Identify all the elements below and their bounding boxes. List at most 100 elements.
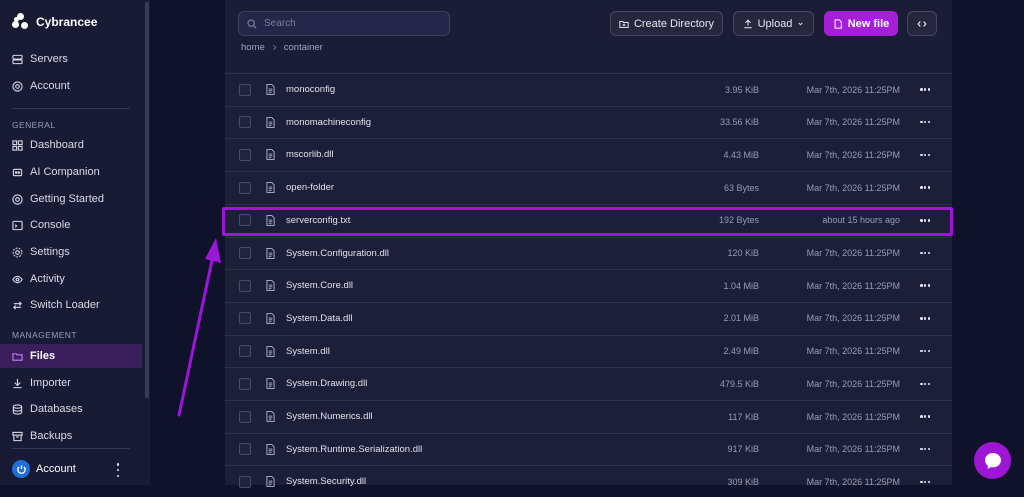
row-checkbox[interactable] [239,475,251,488]
breadcrumb-container[interactable]: container [284,42,323,53]
sidebar-item-label: Servers [30,53,68,65]
row-checkbox[interactable] [239,312,251,325]
file-size: 2.49 MiB [723,346,759,357]
table-row[interactable]: System.Runtime.Serialization.dll 917 KiB M… [225,432,952,465]
row-checkbox[interactable] [239,443,251,456]
row-checkbox[interactable] [239,116,251,129]
new-file-button[interactable]: New file [824,11,898,36]
more-horizontal-icon[interactable] [920,317,930,320]
table-row[interactable]: mscorlib.dll 4.43 MiB Mar 7th, 2026 11:25P… [225,138,952,170]
section-label-management: MANAGEMENT [12,330,77,340]
row-checkbox[interactable] [239,247,251,259]
more-horizontal-icon[interactable] [920,88,930,91]
new-file-label: New file [847,17,890,30]
sidebar-item-label: Account [30,80,70,92]
sidebar-item-files[interactable]: Files [0,344,142,368]
table-row[interactable]: System.Numerics.dll 117 KiB Mar 7th, 2026 … [225,400,952,432]
table-row[interactable]: System.Security.dll 309 KiB Mar 7th, 2026 … [225,465,952,497]
table-row[interactable]: monomachineconfig 33.56 KiB Mar 7th, 2026 … [225,105,952,138]
power-icon [16,464,26,474]
database-icon [12,403,23,415]
sidebar-item-settings[interactable]: Settings [0,240,142,264]
create-directory-button[interactable]: Create Directory [610,11,723,36]
more-vertical-icon[interactable] [113,463,123,477]
more-horizontal-icon[interactable] [920,251,930,255]
breadcrumb-home[interactable]: home [241,42,265,53]
file-name[interactable]: System.Configuration.dll [286,248,389,259]
more-horizontal-icon[interactable] [920,120,930,124]
brand[interactable]: Cybrancee [12,13,97,31]
sidebar-item-databases[interactable]: Databases [0,397,142,421]
row-checkbox[interactable] [239,410,251,423]
row-checkbox[interactable] [239,279,251,292]
lifebuoy-icon [12,193,23,205]
file-name[interactable]: System.Drawing.dll [286,378,367,389]
file-name[interactable]: monomachineconfig [286,117,371,128]
file-size: 1.04 MiB [723,280,759,291]
sidebar-item-importer[interactable]: Importer [0,371,142,395]
table-row[interactable]: System.dll 2.49 MiB Mar 7th, 2026 11:25PM [225,334,952,367]
server-icon [12,54,23,64]
file-size: 120 KiB [727,248,759,258]
account-menu[interactable]: Account [12,460,76,478]
eye-icon [12,275,23,283]
file-name[interactable]: System.dll [286,346,330,357]
file-name[interactable]: System.Numerics.dll [286,411,373,422]
more-horizontal-icon[interactable] [920,415,930,418]
file-name[interactable]: mscorlib.dll [286,149,334,160]
sidebar-item-console[interactable]: Console [0,213,142,237]
dashboard-icon [12,139,23,151]
brand-name: Cybrancee [36,15,98,29]
table-row[interactable]: open-folder 63 Bytes Mar 7th, 2026 11:25PM [225,171,952,203]
search-input[interactable] [264,18,434,29]
file-name[interactable]: monoconfig [286,84,335,95]
sidebar-item-dashboard[interactable]: Dashboard [0,133,142,157]
row-checkbox[interactable] [239,214,251,227]
search-field[interactable] [238,11,450,36]
code-view-button[interactable] [907,11,937,36]
row-checkbox[interactable] [239,345,251,358]
file-name[interactable]: System.Data.dll [286,313,353,324]
row-checkbox[interactable] [239,181,251,194]
sidebar-item-activity[interactable]: Activity [0,267,142,291]
table-row[interactable]: serverconfig.txt 192 Bytes about 15 hours … [225,203,952,236]
more-horizontal-icon[interactable] [920,447,930,451]
sidebar-divider [12,108,130,109]
sidebar-item-switch-loader[interactable]: Switch Loader [0,293,142,317]
file-name[interactable]: System.Core.dll [286,280,353,291]
account-label: Account [36,463,76,475]
more-horizontal-icon[interactable] [920,186,930,189]
row-checkbox[interactable] [239,148,251,161]
sidebar-item-label: Files [30,350,56,362]
cybrancee-logo-icon [12,13,30,31]
sidebar-scrollbar[interactable] [145,2,149,398]
sidebar-item-getting-started[interactable]: Getting Started [0,187,142,211]
table-row[interactable]: monoconfig 3.95 KiB Mar 7th, 2026 11:25PM [225,73,952,105]
more-horizontal-icon[interactable] [920,219,930,222]
more-horizontal-icon[interactable] [920,153,930,157]
upload-button[interactable]: Upload [733,11,814,36]
more-horizontal-icon[interactable] [920,382,930,386]
more-horizontal-icon[interactable] [920,349,930,353]
chat-button[interactable] [974,442,1011,479]
more-horizontal-icon[interactable] [920,284,930,287]
sidebar-item-backups[interactable]: Backups [0,424,142,448]
file-name[interactable]: System.Runtime.Serialization.dll [286,444,422,455]
file-name[interactable]: serverconfig.txt [286,215,350,226]
table-row[interactable]: System.Drawing.dll 479.5 KiB Mar 7th, 2026… [225,367,952,399]
table-row[interactable]: System.Configuration.dll 120 KiB Mar 7th, … [225,236,952,269]
section-label-general: GENERAL [12,120,56,130]
row-checkbox[interactable] [239,377,251,390]
more-horizontal-icon[interactable] [920,480,930,484]
table-row[interactable]: System.Data.dll 2.01 MiB Mar 7th, 2026 11:… [225,301,952,334]
sidebar-item-ai-companion[interactable]: AI Companion [0,160,142,184]
file-name[interactable]: System.Security.dll [286,476,366,487]
file-name[interactable]: open-folder [286,182,334,193]
sidebar-item-account[interactable]: Account [0,74,142,98]
sidebar-item-servers[interactable]: Servers [0,47,142,71]
file-icon [266,345,275,357]
chevron-right-icon [272,44,277,51]
row-checkbox[interactable] [239,83,251,96]
file-icon [834,18,842,29]
table-row[interactable]: System.Core.dll 1.04 MiB Mar 7th, 2026 11:… [225,269,952,301]
